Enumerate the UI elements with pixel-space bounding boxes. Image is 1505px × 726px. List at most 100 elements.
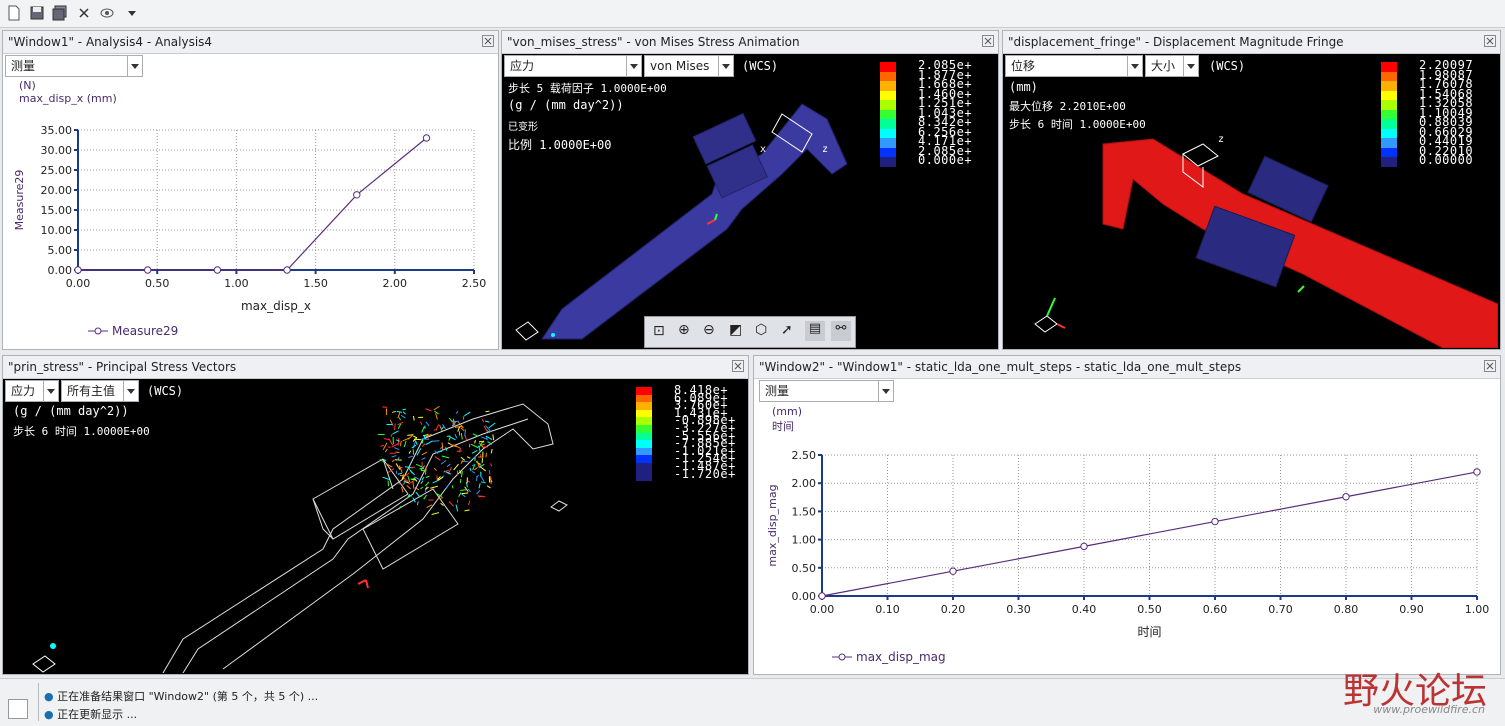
stress-vector [454,464,459,470]
stress-vector [382,407,387,408]
stress-vector [392,460,394,462]
stress-vector [461,457,465,460]
close-icon[interactable] [982,35,994,47]
legend-label: max_disp_mag [856,650,946,664]
x-tick-label: 2.00 [383,277,408,290]
view-orient-icon[interactable]: ⬡ [755,322,767,338]
animation-icon[interactable]: ⚯ [831,321,851,341]
y-tick-label: 2.50 [792,449,817,462]
stress-vector [470,468,471,471]
stress-vector [463,416,464,420]
bullet-icon: ● [44,690,54,703]
stress-vector [449,418,452,421]
x-tick-label: 1.00 [1465,603,1490,616]
stress-vector [383,477,390,479]
stress-vector [407,435,413,436]
data-point [1343,494,1349,500]
bullet-icon: ● [44,708,54,721]
panel-body: 测量 (N) max_disp_x (mm) 35.0030.0025.0020… [3,54,498,349]
y-tick-label: 15.00 [41,204,73,217]
stress-vector [480,466,486,471]
stress-vector [462,493,469,494]
stress-vector [409,451,411,454]
save-all-icon[interactable] [52,5,68,21]
status-toggle-button[interactable] [8,699,28,719]
stress-vector [421,481,423,484]
wireframe-model-view[interactable] [3,379,746,673]
stress-vector [392,412,396,413]
stress-vector [389,439,393,446]
y-tick-label: 35.00 [41,124,73,137]
stress-vector [481,482,486,483]
new-file-icon[interactable] [6,5,22,21]
status-bar: ● 正在准备结果窗口 "Window2" (第 5 个，共 5 个) ... ●… [0,678,1505,726]
stress-vector [436,413,438,419]
dropdown-arrow-icon[interactable] [124,5,140,21]
stress-vector [456,411,458,413]
close-icon[interactable] [732,360,744,372]
stress-vector [482,444,485,445]
data-point [1212,518,1218,524]
data-point [144,267,150,273]
close-icon[interactable] [1484,360,1496,372]
stress-vector [401,415,405,418]
y-tick-label: 25.00 [41,164,73,177]
close-icon[interactable] [1484,35,1496,47]
stress-vector [482,419,484,422]
x-tick-label: 0.00 [810,603,835,616]
stress-vector [413,449,414,454]
stress-vector [430,486,438,488]
wrench-model-view[interactable]: x z [502,54,996,348]
y-tick-label: 0.00 [48,264,73,277]
stress-vector [398,438,399,445]
stress-vector [415,440,417,445]
data-point [423,135,429,141]
stress-vector [433,480,439,483]
zoom-out-icon[interactable]: ⊖ [703,322,715,338]
stress-vector [394,448,399,450]
stress-vector [404,441,406,447]
stress-vector [385,449,387,452]
spin-center-icon[interactable]: ➚ [781,322,793,338]
stress-vector [417,501,418,505]
stress-vector [472,450,477,453]
legend-label: Measure29 [112,324,178,338]
data-point [950,568,956,574]
close-icon[interactable] [76,5,92,21]
stress-vector [426,409,432,411]
stress-vector [422,458,426,460]
zoom-window-icon[interactable]: ⊡ [653,323,665,339]
stress-vector [437,451,442,452]
wrench-model-view[interactable]: z [1003,54,1498,348]
stress-vector [491,463,492,466]
window2-panel: "Window2" - "Window1" - static_lda_one_m… [753,355,1501,675]
stress-vector [465,510,470,511]
stress-vector [465,435,467,441]
stress-vector [491,449,492,453]
y-axis-label: Measure29 [13,170,26,231]
stress-vector [441,460,446,464]
stress-vector [394,423,395,430]
legend-marker [839,654,845,660]
stress-vector [432,441,439,442]
stress-vector [426,441,433,445]
stress-vector [422,477,424,480]
zoom-in-icon[interactable]: ⊕ [678,322,690,338]
y-tick-label: 30.00 [41,144,73,157]
x-tick-label: 0.00 [66,277,91,290]
refit-icon[interactable]: ◩ [729,322,742,338]
save-icon[interactable] [29,5,45,21]
stress-vector [485,421,489,422]
stress-vector [456,505,458,512]
stress-vector [478,496,486,497]
stress-vector [465,487,469,492]
eye-icon[interactable] [99,5,115,21]
panel-body: 位移 大小 (WCS) (mm) 最大位移 2.2010E+00 步长 6 时间… [1003,54,1500,349]
stress-vector [397,411,402,412]
stress-vector [487,486,490,488]
display-style-icon[interactable]: ▤ [805,321,825,341]
stress-vector [468,489,470,492]
stress-vector [396,440,400,441]
panel-title: "Window2" - "Window1" - static_lda_one_m… [754,356,1500,379]
close-icon[interactable] [482,35,494,47]
